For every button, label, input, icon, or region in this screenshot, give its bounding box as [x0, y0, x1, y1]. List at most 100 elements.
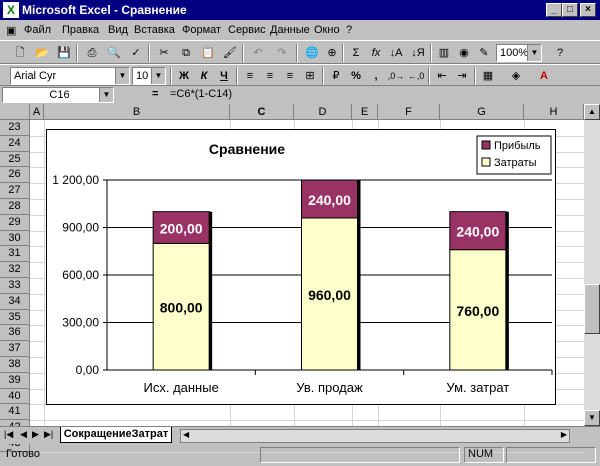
- menu-data[interactable]: Данные: [270, 24, 310, 36]
- underline-button[interactable]: Ч: [214, 67, 234, 85]
- map-icon[interactable]: ◉: [454, 44, 474, 62]
- font-select[interactable]: Arial Cyr ▼: [10, 67, 130, 85]
- align-right-icon[interactable]: ≡: [280, 67, 300, 85]
- row-header[interactable]: 23: [0, 120, 30, 136]
- column-header[interactable]: D: [294, 104, 352, 120]
- menu-window[interactable]: Окно: [314, 24, 340, 36]
- sort-ascending-icon[interactable]: ↓A: [386, 44, 406, 62]
- column-header[interactable]: H: [524, 104, 584, 120]
- merge-center-icon[interactable]: ⊞: [300, 67, 320, 85]
- row-header[interactable]: 29: [0, 214, 30, 231]
- percent-button[interactable]: %: [346, 67, 366, 85]
- formula-input[interactable]: =C6*(1-C14): [170, 88, 232, 100]
- paste-icon[interactable]: 📋: [198, 44, 218, 62]
- menu-file[interactable]: Файл: [24, 24, 51, 36]
- column-header[interactable]: C: [230, 104, 294, 120]
- chevron-down-icon[interactable]: ▼: [151, 68, 165, 84]
- scroll-up-icon[interactable]: ▲: [584, 104, 600, 120]
- open-icon[interactable]: 📂: [32, 44, 52, 62]
- row-header[interactable]: 26: [0, 167, 30, 184]
- align-left-icon[interactable]: ≡: [240, 67, 260, 85]
- currency-icon[interactable]: ₽: [326, 67, 346, 85]
- row-header[interactable]: 32: [0, 262, 30, 278]
- fill-color-icon[interactable]: ◈: [506, 67, 526, 85]
- menu-edit[interactable]: Правка: [62, 24, 99, 36]
- menu-view[interactable]: Вид: [108, 24, 128, 36]
- scroll-thumb[interactable]: [584, 284, 600, 334]
- align-center-icon[interactable]: ≡: [260, 67, 280, 85]
- comma-button[interactable]: ,: [366, 67, 386, 85]
- row-header[interactable]: 35: [0, 309, 30, 326]
- font-color-icon[interactable]: A: [534, 67, 554, 85]
- scroll-right-icon[interactable]: ▶: [561, 430, 567, 439]
- chevron-down-icon[interactable]: ▼: [99, 88, 113, 102]
- copy-icon[interactable]: ⧉: [176, 44, 196, 62]
- row-header[interactable]: 39: [0, 372, 30, 389]
- row-header[interactable]: 37: [0, 341, 30, 357]
- row-header[interactable]: 24: [0, 135, 30, 152]
- row-header[interactable]: 34: [0, 293, 30, 310]
- decrease-decimal-icon[interactable]: ←,0: [406, 67, 426, 85]
- maximize-button[interactable]: □: [562, 3, 578, 17]
- vertical-scrollbar[interactable]: ▲ ▼: [584, 104, 600, 426]
- print-preview-icon[interactable]: 🔍: [104, 44, 124, 62]
- zoom-select[interactable]: 100% ▼: [496, 44, 542, 62]
- drawing-icon[interactable]: ✎: [474, 44, 494, 62]
- excel-doc-icon[interactable]: ▣: [6, 24, 16, 37]
- cut-icon[interactable]: ✂: [154, 44, 174, 62]
- column-header[interactable]: E: [352, 104, 378, 120]
- column-header[interactable]: G: [440, 104, 524, 120]
- menu-help[interactable]: ?: [346, 24, 352, 36]
- prev-sheet-icon[interactable]: ◀: [20, 429, 27, 440]
- row-header[interactable]: 25: [0, 151, 30, 168]
- row-header[interactable]: 27: [0, 183, 30, 199]
- row-header[interactable]: 41: [0, 404, 30, 421]
- new-icon[interactable]: 🗋: [10, 44, 30, 62]
- hyperlink-icon[interactable]: 🌐: [302, 44, 322, 62]
- minimize-button[interactable]: _: [546, 3, 562, 17]
- column-header[interactable]: A: [30, 104, 44, 120]
- row-header[interactable]: 33: [0, 278, 30, 294]
- decrease-indent-icon[interactable]: ⇤: [432, 67, 452, 85]
- bold-button[interactable]: Ж: [174, 67, 194, 85]
- function-icon[interactable]: fx: [366, 44, 386, 62]
- sheet-tab-active[interactable]: СокращениеЗатрат: [60, 427, 172, 443]
- redo-icon[interactable]: ↷: [272, 44, 292, 62]
- autosum-icon[interactable]: Σ: [346, 44, 366, 62]
- column-header[interactable]: B: [44, 104, 230, 120]
- office-assistant-icon[interactable]: ?: [550, 44, 570, 62]
- horizontal-scrollbar[interactable]: ◀ ▶: [180, 429, 570, 443]
- next-sheet-icon[interactable]: ▶: [32, 429, 39, 440]
- row-header[interactable]: 30: [0, 230, 30, 247]
- last-sheet-icon[interactable]: ▶|: [44, 429, 53, 440]
- chart-wizard-icon[interactable]: ▥: [434, 44, 454, 62]
- scroll-left-icon[interactable]: ◀: [183, 430, 189, 439]
- row-header[interactable]: 36: [0, 325, 30, 342]
- column-header[interactable]: F: [378, 104, 440, 120]
- first-sheet-icon[interactable]: |◀: [4, 429, 13, 440]
- print-icon[interactable]: ⎙: [82, 44, 102, 62]
- save-icon[interactable]: 💾: [54, 44, 74, 62]
- menu-format[interactable]: Формат: [182, 24, 221, 36]
- chevron-down-icon[interactable]: ▼: [115, 68, 129, 84]
- select-all-corner[interactable]: [0, 104, 30, 120]
- menu-insert[interactable]: Вставка: [134, 24, 175, 36]
- web-toolbar-icon[interactable]: ⊕: [322, 44, 342, 62]
- font-size-select[interactable]: 10 ▼: [132, 67, 166, 85]
- increase-decimal-icon[interactable]: ,0→: [386, 67, 406, 85]
- chart-object[interactable]: 0,00 300,00 600,00 900,00 1 200,00 800,00 200,…: [46, 129, 556, 405]
- scroll-down-icon[interactable]: ▼: [584, 410, 600, 426]
- row-header[interactable]: 40: [0, 388, 30, 405]
- name-box[interactable]: C16 ▼: [2, 87, 114, 103]
- spelling-icon[interactable]: ✓: [126, 44, 146, 62]
- format-painter-icon[interactable]: 🖌: [220, 44, 240, 62]
- borders-icon[interactable]: ▦: [478, 67, 498, 85]
- undo-icon[interactable]: ↶: [248, 44, 268, 62]
- increase-indent-icon[interactable]: ⇥: [452, 67, 472, 85]
- row-header[interactable]: 38: [0, 357, 30, 373]
- row-header[interactable]: 31: [0, 246, 30, 263]
- menu-tools[interactable]: Сервис: [228, 24, 266, 36]
- italic-button[interactable]: К: [194, 67, 214, 85]
- row-header[interactable]: 28: [0, 199, 30, 215]
- excel-icon[interactable]: X: [3, 2, 19, 18]
